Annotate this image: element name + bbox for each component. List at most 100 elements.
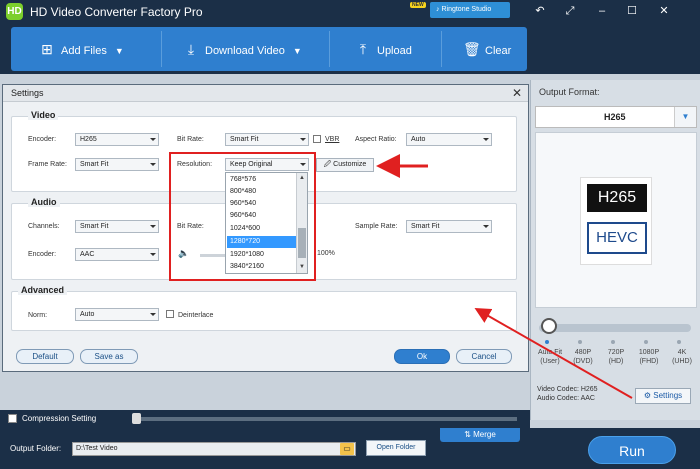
download-video-button[interactable]: ⤓ Download Video ▼: [183, 27, 302, 71]
codec-info: Video Codec: H265 Audio Codec: AAC: [537, 385, 598, 403]
advanced-heading: Advanced: [18, 285, 68, 295]
merge-button[interactable]: ⇅ Merge: [440, 428, 520, 442]
codec-top-text: H265: [587, 184, 647, 212]
compression-slider-track[interactable]: [132, 417, 517, 421]
stop-dot: [545, 340, 549, 344]
stop-dot: [578, 340, 582, 344]
frame-rate-select[interactable]: Smart Fit: [75, 158, 159, 171]
sample-rate-label: Sample Rate:: [355, 223, 398, 230]
open-folder-button[interactable]: Open Folder: [366, 440, 426, 456]
undo-icon[interactable]: ↶: [530, 3, 550, 19]
add-file-icon: ⊞: [41, 41, 53, 57]
channels-select[interactable]: Smart Fit: [75, 220, 159, 233]
ringtone-studio-label: Ringtone Studio: [441, 6, 492, 13]
stop-label[interactable]: 1080P (FHD): [632, 348, 666, 366]
output-folder-field[interactable]: D:\Test Video: [72, 442, 356, 456]
vbr-checkbox[interactable]: [313, 135, 321, 143]
audio-heading: Audio: [28, 197, 60, 207]
expand-icon[interactable]: ⤢: [560, 3, 580, 19]
chevron-down-icon[interactable]: ▼: [674, 107, 696, 127]
aspect-ratio-label: Aspect Ratio:: [355, 136, 397, 143]
app-title: HD Video Converter Factory Pro: [30, 5, 203, 19]
video-heading: Video: [28, 110, 59, 120]
ok-button[interactable]: Ok: [394, 349, 450, 364]
output-format-value: H265: [604, 112, 626, 122]
codec-logo: H265 HEVC: [580, 177, 652, 265]
dialog-title-bar: Settings ✕: [3, 85, 528, 102]
upload-label: Upload: [377, 45, 412, 57]
audio-codec-text: Audio Codec: AAC: [537, 395, 595, 402]
volume-percent: 100%: [317, 250, 335, 257]
new-badge: NEW: [410, 2, 426, 8]
divider: [329, 31, 330, 67]
trash-icon: 🗑: [463, 41, 481, 57]
chevron-down-icon: ▼: [292, 46, 302, 56]
compression-slider-thumb[interactable]: [132, 413, 141, 424]
minimize-icon[interactable]: –: [592, 3, 612, 19]
ringtone-studio-button[interactable]: ♪ Ringtone Studio: [430, 2, 510, 18]
close-icon[interactable]: ✕: [512, 86, 522, 100]
audio-encoder-label: Encoder:: [28, 251, 57, 258]
clear-label: Clear: [485, 45, 512, 57]
stop-label[interactable]: 720P (HD): [599, 348, 633, 366]
customize-label: Customize: [333, 161, 367, 168]
output-folder-label: Output Folder:: [10, 444, 62, 453]
norm-label: Norm:: [28, 312, 48, 319]
output-format-label: Output Format:: [539, 87, 600, 97]
deinterlace-checkbox[interactable]: [166, 310, 174, 318]
video-codec-text: Video Codec: H265: [537, 386, 598, 393]
deinterlace-label: Deinterlace: [178, 312, 214, 319]
stop-dot: [677, 340, 681, 344]
output-format-panel: Output Format: H265 ▼ H265 HEVC Auto Fit…: [530, 80, 700, 420]
add-files-label: Add Files: [61, 45, 107, 57]
codec-bottom-text: HEVC: [587, 222, 647, 254]
stop-label[interactable]: 480P (DVD): [566, 348, 600, 366]
settings-button-label: Settings: [653, 391, 683, 400]
divider: [441, 31, 442, 67]
run-button[interactable]: Run: [588, 436, 676, 464]
folder-icon[interactable]: ▭: [340, 443, 354, 455]
stop-label[interactable]: 4K (UHD): [665, 348, 699, 366]
download-icon: ⤓: [187, 41, 195, 57]
audio-encoder-select[interactable]: AAC: [75, 248, 159, 261]
upload-icon: ⤒: [359, 41, 367, 57]
cancel-button[interactable]: Cancel: [456, 349, 512, 364]
app-logo-icon: HD: [6, 3, 23, 20]
clear-button[interactable]: 🗑 Clear: [463, 27, 511, 71]
compression-bar: Compression Setting: [0, 410, 530, 428]
settings-button[interactable]: ⚙ Settings: [635, 388, 691, 404]
video-bitrate-select[interactable]: Smart Fit: [225, 133, 309, 146]
main-toolbar: ⊞ Add Files ▼ ⤓ Download Video ▼ ⤒ Upload 🗑 Cl…: [0, 24, 700, 74]
output-format-select[interactable]: H265 ▼: [535, 106, 697, 128]
video-encoder-select[interactable]: H265: [75, 133, 159, 146]
customize-button[interactable]: 🖉 Customize: [316, 158, 374, 172]
compression-checkbox[interactable]: [8, 414, 17, 423]
stop-dot: [611, 340, 615, 344]
resolution-slider-thumb[interactable]: [541, 318, 557, 334]
highlight-box: [169, 152, 316, 281]
bottom-bar: ⇅ Merge Output Folder: D:\Test Video ▭ O…: [0, 428, 700, 469]
merge-label: Merge: [473, 430, 496, 439]
vbr-label: VBR: [325, 136, 340, 143]
aspect-ratio-select[interactable]: Auto: [406, 133, 492, 146]
download-video-label: Download Video: [205, 45, 285, 57]
compression-label: Compression Setting: [22, 414, 97, 423]
encoder-label: Encoder:: [28, 136, 57, 143]
save-as-button[interactable]: Save as: [80, 349, 138, 364]
norm-select[interactable]: Auto: [75, 308, 159, 321]
stop-dot: [644, 340, 648, 344]
toolbar-panel: ⊞ Add Files ▼ ⤓ Download Video ▼ ⤒ Upload 🗑 Cl…: [11, 27, 527, 71]
maximize-icon[interactable]: ☐: [622, 3, 642, 19]
add-files-button[interactable]: ⊞ Add Files ▼: [39, 27, 124, 71]
stop-label[interactable]: Auto Fit (User): [533, 348, 567, 366]
resolution-stop-dots: [539, 340, 693, 346]
close-icon[interactable]: ✕: [654, 3, 674, 19]
frame-rate-label: Frame Rate:: [28, 161, 67, 168]
default-button[interactable]: Default: [16, 349, 74, 364]
resolution-slider-track[interactable]: [539, 324, 691, 332]
channels-label: Channels:: [28, 223, 60, 230]
upload-button[interactable]: ⤒ Upload: [355, 27, 412, 71]
title-bar: HD HD Video Converter Factory Pro NEW ♪ …: [0, 0, 700, 24]
dialog-title: Settings: [11, 88, 44, 98]
sample-rate-select[interactable]: Smart Fit: [406, 220, 492, 233]
